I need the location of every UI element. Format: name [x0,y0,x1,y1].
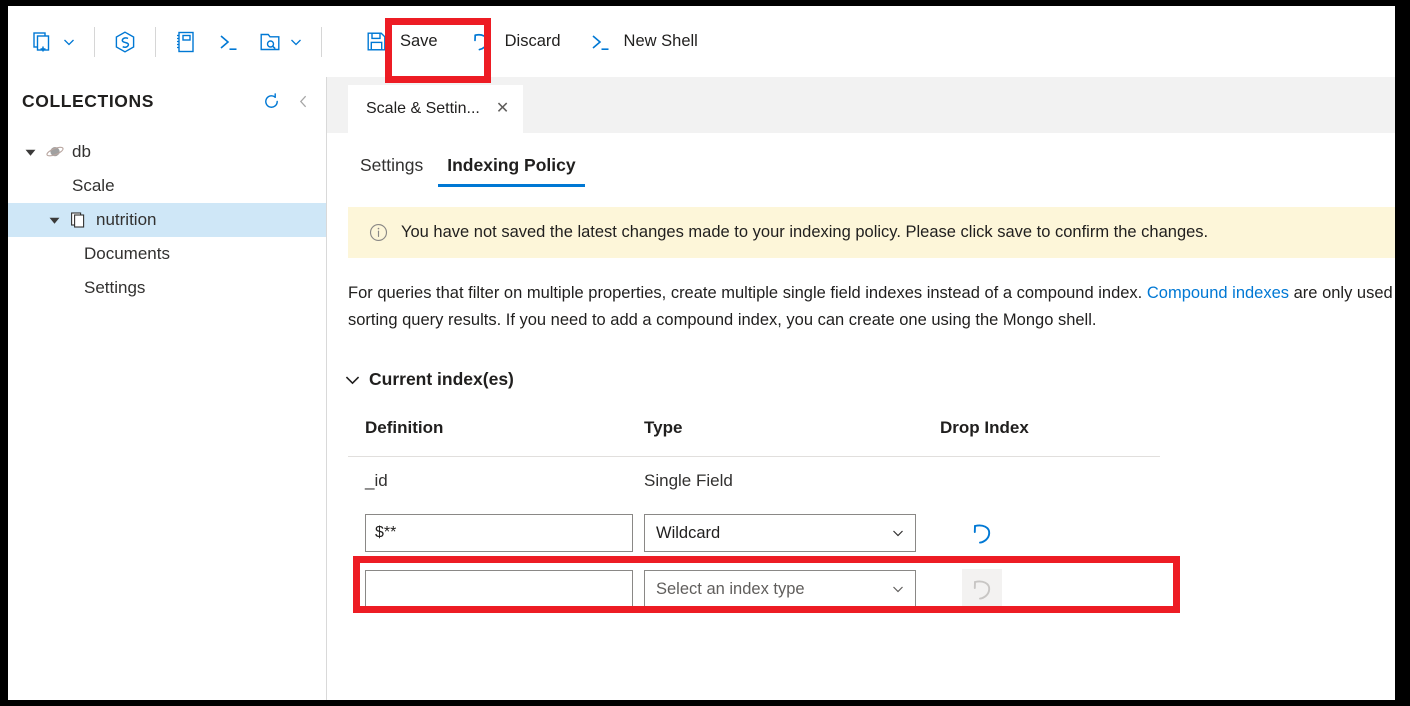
tree-item-scale[interactable]: Scale [8,169,326,203]
tree-item-label: Documents [84,244,170,264]
chevron-down-icon [59,32,79,52]
new-shell-button[interactable]: New Shell [579,20,704,64]
table-row: Select an index type [348,561,1160,617]
toolbar-separator-2 [155,27,156,57]
main-content: Scale & Settin... ✕ Settings Indexing Po… [327,77,1395,700]
new-shell-button-label: New Shell [624,32,698,51]
index-type-dropdown-value: Select an index type [656,580,891,599]
save-button[interactable]: Save [351,20,448,64]
chevron-down-icon[interactable] [339,366,365,392]
discard-button-label: Discard [505,32,561,51]
collections-sidebar: COLLECTIONS [8,77,327,700]
index-type-dropdown[interactable]: Wildcard [644,514,916,552]
shell-prompt-icon [213,27,243,57]
index-type-cell: Wildcard [644,514,940,552]
chevron-down-icon [891,526,905,540]
compound-indexes-link[interactable]: Compound indexes [1147,284,1289,302]
index-definition-input[interactable] [365,570,633,608]
discard-button[interactable]: Discard [460,20,567,64]
pivot-label: Settings [360,155,423,175]
current-indexes-table: Definition Type Drop Index _id Single Fi… [348,418,1160,617]
cosmos-db-data-explorer: Save Discard New Shell COLLECTI [8,6,1395,700]
index-type-dropdown-value: Wildcard [656,524,891,543]
tab-indexing-policy[interactable]: Indexing Policy [435,155,587,187]
current-indexes-section-header[interactable]: Current index(es) [339,366,1395,392]
document-tabstrip: Scale & Settin... ✕ [327,77,1395,133]
save-disk-icon [361,27,391,57]
tree-item-settings[interactable]: Settings [8,271,326,305]
tab-label: Scale & Settin... [366,100,480,118]
table-row: Wildcard [348,505,1160,561]
command-bar: Save Discard New Shell [8,6,1395,78]
pivot-label: Indexing Policy [447,155,575,175]
table-row: _id Single Field [348,457,1160,505]
tree-item-db[interactable]: db [8,135,326,169]
index-definition-cell [348,570,644,608]
chevron-left-icon[interactable] [290,88,316,114]
twisty-expanded-icon[interactable] [46,212,62,228]
save-button-label: Save [400,32,438,51]
table-header-row: Definition Type Drop Index [348,418,1160,457]
indexing-policy-description: For queries that filter on multiple prop… [348,280,1395,334]
info-circle-icon [368,222,389,243]
tree-item-label: db [72,142,91,162]
pivot-bar: Settings Indexing Policy [327,133,1395,187]
tab-scale-and-settings[interactable]: Scale & Settin... ✕ [348,85,523,133]
unsaved-changes-banner: You have not saved the latest changes ma… [348,207,1395,258]
tree-item-documents[interactable]: Documents [8,237,326,271]
tree-item-label: Scale [72,176,115,196]
banner-message: You have not saved the latest changes ma… [401,223,1208,242]
notebook-icon [171,27,201,57]
column-header-type: Type [644,418,940,438]
open-query-button[interactable] [104,20,146,64]
cosmos-db-planet-icon [44,141,66,163]
index-definition-value: _id [348,471,644,491]
description-part-1: For queries that filter on multiple prop… [348,284,1147,302]
folder-search-icon [255,27,285,57]
toolbar-separator-3 [321,27,322,57]
tree-item-label: Settings [84,278,145,298]
collections-tree: db Scale nutrition [8,125,326,305]
index-type-dropdown[interactable]: Select an index type [644,570,916,608]
refresh-icon[interactable] [258,88,284,114]
new-notebook-button[interactable] [165,20,207,64]
new-document-icon [28,27,58,57]
cosmos-hexagon-icon [110,27,140,57]
toolbar-separator-1 [94,27,95,57]
drop-index-cell [940,513,1160,553]
shell-prompt-icon [585,27,615,57]
tree-item-nutrition[interactable]: nutrition [8,203,326,237]
sidebar-header-actions [258,88,316,114]
chevron-down-icon [891,582,905,596]
screenshot-root: Save Discard New Shell COLLECTI [0,0,1410,706]
index-definition-input[interactable] [365,514,633,552]
column-header-definition: Definition [348,418,644,438]
open-terminal-button[interactable] [207,20,249,64]
twisty-expanded-icon[interactable] [22,144,38,160]
new-collection-button[interactable] [22,20,85,64]
index-definition-cell [348,514,644,552]
sidebar-title: COLLECTIONS [22,91,258,112]
chevron-down-icon [286,32,306,52]
section-title: Current index(es) [369,369,514,390]
tree-item-label: nutrition [96,210,156,230]
column-header-drop-index: Drop Index [940,418,1160,438]
undo-arrow-icon[interactable] [962,513,1002,553]
upload-item-button[interactable] [249,20,312,64]
undo-arrow-icon [962,569,1002,609]
sidebar-header: COLLECTIONS [8,77,326,125]
collection-icon [68,209,90,231]
index-type-cell: Select an index type [644,570,940,608]
tab-settings[interactable]: Settings [348,155,435,187]
index-type-value: Single Field [644,471,940,491]
close-icon[interactable]: ✕ [496,101,509,117]
drop-index-cell [940,569,1160,609]
undo-arrow-icon [466,27,496,57]
